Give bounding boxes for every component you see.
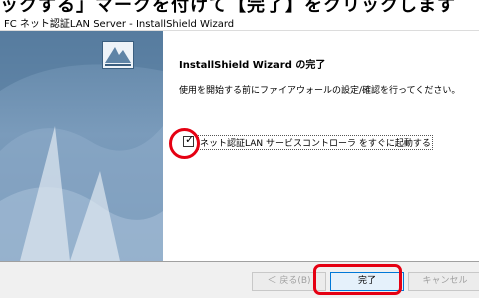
instruction-caption-text: ックする」マークを付けて【完了】をクリックします bbox=[0, 0, 456, 14]
finish-highlight-box bbox=[313, 264, 402, 295]
launch-service-checkbox-label[interactable]: ネット認証LAN サービスコントローラ をすぐに起動する bbox=[198, 135, 433, 150]
instruction-caption: ックする」マークを付けて【完了】をクリックします bbox=[0, 0, 479, 14]
wizard-side-panel bbox=[0, 31, 163, 261]
button-bar: ＜ 戻る(B) 完了 キャンセル bbox=[0, 262, 479, 298]
firewall-message: 使用を開始する前にファイアウォールの設定/確認を行ってください。 bbox=[179, 86, 461, 96]
cancel-button[interactable]: キャンセル bbox=[408, 272, 479, 291]
wizard-content: InstallShield Wizard の完了 使用を開始する前にファイアウォ… bbox=[163, 31, 479, 261]
installshield-logo-icon bbox=[102, 41, 134, 69]
completion-heading: InstallShield Wizard の完了 bbox=[179, 60, 326, 71]
window-title: FC ネット認証LAN Server - InstallShield Wizar… bbox=[4, 19, 235, 30]
checkbox-highlight-circle bbox=[169, 128, 200, 159]
installshield-wizard-window: FC ネット認証LAN Server - InstallShield Wizar… bbox=[0, 13, 479, 298]
title-bar[interactable]: FC ネット認証LAN Server - InstallShield Wizar… bbox=[0, 13, 479, 30]
